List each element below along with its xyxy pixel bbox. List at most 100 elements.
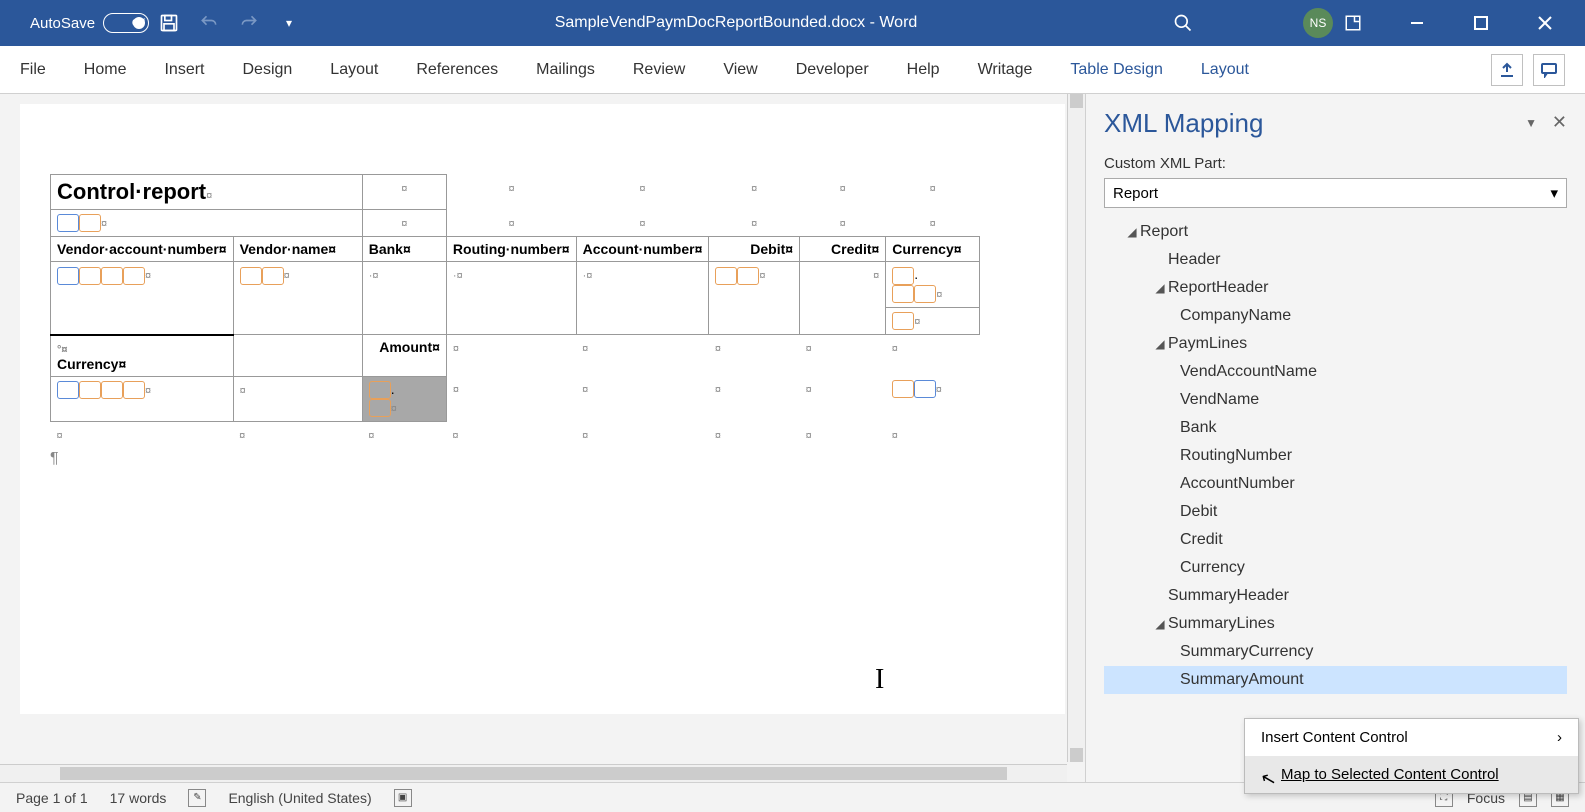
document-table: Control·report¤ ¤ ¤ ¤ ¤ ¤ ¤ ¤ ¤ ¤ ¤ ¤ ¤ … (50, 174, 980, 446)
share-icon[interactable] (1491, 54, 1523, 86)
content-control[interactable] (57, 381, 79, 399)
tree-node-vendname[interactable]: VendName (1104, 386, 1567, 414)
col-debit: Debit¤ (709, 237, 800, 262)
tree-node-paymlines[interactable]: ◢PaymLines (1104, 330, 1567, 358)
tree-node-vendaccount[interactable]: VendAccountName (1104, 358, 1567, 386)
content-control[interactable] (79, 214, 101, 232)
col-vendor-name: Vendor·name¤ (233, 237, 362, 262)
document-area[interactable]: ✥ Control·report¤ ¤ ¤ ¤ ¤ ¤ ¤ ¤ ¤ ¤ ¤ ¤ (0, 94, 1085, 782)
comments-icon[interactable] (1533, 54, 1565, 86)
content-control[interactable] (715, 267, 737, 285)
search-icon[interactable] (1163, 3, 1203, 43)
autosave-group: AutoSave Off (30, 13, 149, 33)
titlebar: AutoSave Off ▾ SampleVendPaymDocReportBo… (0, 0, 1585, 46)
selected-cell[interactable]: .¤ (362, 376, 446, 422)
content-control[interactable] (892, 312, 914, 330)
redo-icon[interactable] (229, 3, 269, 43)
tab-design[interactable]: Design (242, 61, 292, 79)
chevron-down-icon: ▾ (1550, 184, 1558, 202)
tab-layout[interactable]: Layout (330, 61, 378, 79)
qat-overflow-icon[interactable]: ▾ (269, 3, 309, 43)
cursor-icon: ↖ (1259, 767, 1279, 791)
tree-node-currency[interactable]: Currency (1104, 554, 1567, 582)
save-icon[interactable] (149, 3, 189, 43)
menu-map-to-selected[interactable]: ↖ Map to Selected Content Control (1245, 756, 1578, 793)
maximize-icon[interactable] (1461, 3, 1501, 43)
tree-node-account[interactable]: AccountNumber (1104, 470, 1567, 498)
content-control[interactable] (123, 267, 145, 285)
content-control[interactable] (914, 380, 936, 398)
tree-node-bank[interactable]: Bank (1104, 414, 1567, 442)
content-control[interactable] (101, 267, 123, 285)
content-control[interactable] (79, 267, 101, 285)
tab-help[interactable]: Help (907, 61, 940, 79)
minimize-icon[interactable] (1397, 3, 1437, 43)
content-control[interactable] (57, 214, 79, 232)
document-title: SampleVendPaymDocReportBounded.docx - Wo… (309, 14, 1163, 32)
tab-review[interactable]: Review (633, 61, 685, 79)
content-control[interactable] (369, 399, 391, 417)
content-control[interactable] (57, 267, 79, 285)
tab-file[interactable]: File (20, 61, 46, 79)
context-menu: Insert Content Control› ↖ Map to Selecte… (1244, 718, 1579, 794)
content-control[interactable] (369, 381, 391, 399)
tree-node-routing[interactable]: RoutingNumber (1104, 442, 1567, 470)
document-page: Control·report¤ ¤ ¤ ¤ ¤ ¤ ¤ ¤ ¤ ¤ ¤ ¤ ¤ … (20, 104, 1065, 714)
macro-icon[interactable]: ▣ (394, 789, 412, 807)
tab-view[interactable]: View (723, 61, 757, 79)
content-control[interactable] (892, 285, 914, 303)
tab-writage[interactable]: Writage (978, 61, 1033, 79)
content-control[interactable] (914, 285, 936, 303)
content-control[interactable] (737, 267, 759, 285)
content-control[interactable] (123, 381, 145, 399)
content-control[interactable] (101, 381, 123, 399)
undo-icon[interactable] (189, 3, 229, 43)
xml-pane-title: XML Mapping (1104, 108, 1567, 139)
xml-mapping-pane: XML Mapping ▼ ✕ Custom XML Part: Report▾… (1085, 94, 1585, 782)
chevron-right-icon: › (1557, 729, 1562, 746)
tree-node-reportheader[interactable]: ◢ReportHeader (1104, 274, 1567, 302)
menu-insert-content-control[interactable]: Insert Content Control› (1245, 719, 1578, 756)
autosave-label: AutoSave (30, 15, 95, 32)
tab-table-layout[interactable]: Layout (1201, 61, 1249, 79)
tree-node-header[interactable]: Header (1104, 246, 1567, 274)
tree-node-summaryamount[interactable]: SummaryAmount (1104, 666, 1567, 694)
tree-node-debit[interactable]: Debit (1104, 498, 1567, 526)
user-avatar[interactable]: NS (1303, 8, 1333, 38)
tree-node-summarycurrency[interactable]: SummaryCurrency (1104, 638, 1567, 666)
tab-developer[interactable]: Developer (796, 61, 869, 79)
pane-close-icon[interactable]: ✕ (1552, 112, 1567, 133)
content-control[interactable] (79, 381, 101, 399)
content-control[interactable] (892, 380, 914, 398)
tab-references[interactable]: References (416, 61, 498, 79)
status-page[interactable]: Page 1 of 1 (16, 790, 88, 806)
autosave-toggle[interactable]: Off (103, 13, 149, 33)
close-icon[interactable] (1525, 3, 1565, 43)
content-control[interactable] (240, 267, 262, 285)
tree-node-summaryheader[interactable]: SummaryHeader (1104, 582, 1567, 610)
spellcheck-icon[interactable]: ✎ (188, 789, 206, 807)
col-vendor-account: Vendor·account·number¤ (51, 237, 234, 262)
tree-node-credit[interactable]: Credit (1104, 526, 1567, 554)
content-control[interactable] (262, 267, 284, 285)
status-words[interactable]: 17 words (110, 790, 167, 806)
tree-node-companyname[interactable]: CompanyName (1104, 302, 1567, 330)
col-routing: Routing·number¤ (446, 237, 576, 262)
paragraph-mark: ¶ (50, 450, 1055, 468)
status-language[interactable]: English (United States) (228, 790, 371, 806)
content-control[interactable] (892, 267, 914, 285)
xml-tree: ◢Report Header ◢ReportHeader CompanyName… (1104, 218, 1567, 694)
custom-xml-part-select[interactable]: Report▾ (1104, 178, 1567, 208)
ribbon-display-icon[interactable] (1333, 3, 1373, 43)
tab-mailings[interactable]: Mailings (536, 61, 595, 79)
vertical-scrollbar[interactable] (1067, 94, 1085, 762)
tree-node-summarylines[interactable]: ◢SummaryLines (1104, 610, 1567, 638)
custom-xml-part-label: Custom XML Part: (1104, 155, 1567, 172)
horizontal-scrollbar[interactable] (0, 764, 1067, 782)
tab-insert[interactable]: Insert (164, 61, 204, 79)
pane-options-icon[interactable]: ▼ (1525, 116, 1537, 130)
tree-node-report[interactable]: ◢Report (1104, 218, 1567, 246)
tab-home[interactable]: Home (84, 61, 127, 79)
tab-table-design[interactable]: Table Design (1070, 61, 1163, 79)
col-account: Account·number¤ (576, 237, 709, 262)
